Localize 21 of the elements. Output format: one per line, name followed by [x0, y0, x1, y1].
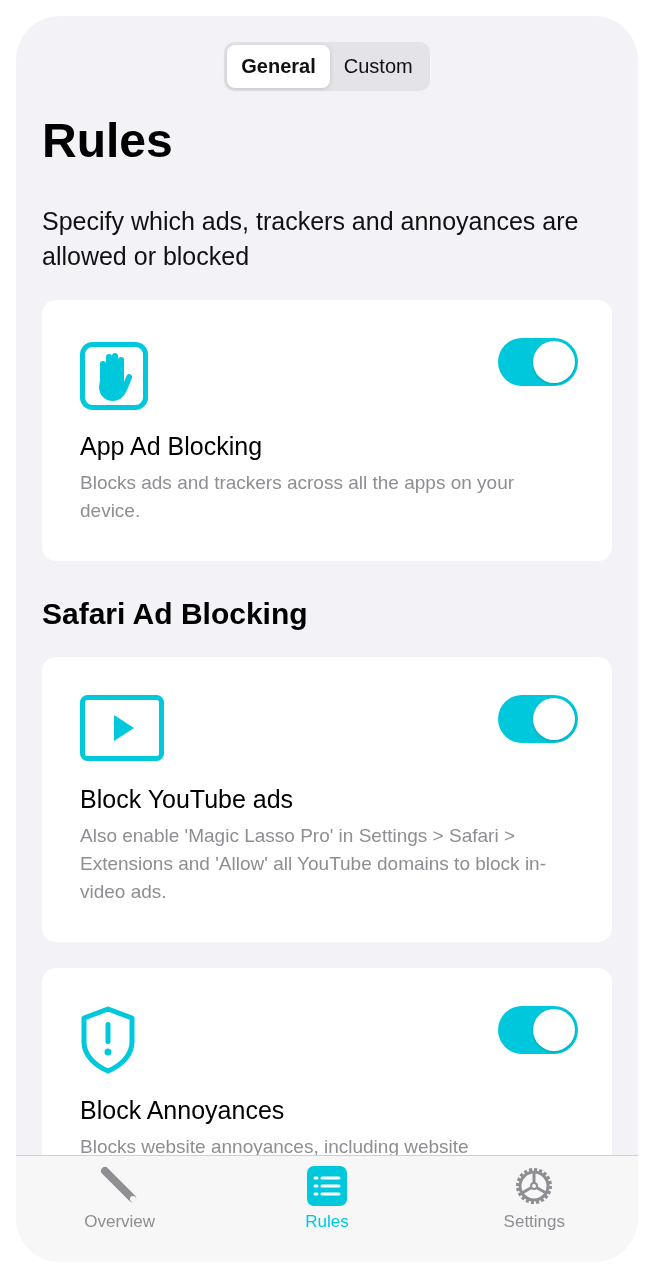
page-title: Rules: [42, 113, 174, 168]
segment-tab[interactable]: General: [227, 45, 330, 88]
section-heading: Safari Ad Blocking: [42, 597, 309, 631]
play-icon: [80, 695, 164, 761]
rule-description: Also enable 'Magic Lasso Pro' in Settings > Safari > Extensions and 'Allow' all YouTube domains to block in-video ads.: [80, 824, 547, 904]
tab-bar-item[interactable]: Overview: [59, 1164, 180, 1232]
tab-bar-item[interactable]: Rules: [267, 1164, 387, 1232]
rule-title: Block Annoyances: [80, 1096, 286, 1125]
hand-icon: [80, 342, 148, 410]
rule-title: App Ad Blocking: [80, 432, 264, 461]
rule-description: Blocks ads and trackers across all the apps on your device.: [80, 471, 516, 523]
shield-alert-icon: [80, 1006, 136, 1074]
rule-description: Blocks website annoyances, including website: [80, 1135, 470, 1159]
toggle-switch[interactable]: [498, 1006, 578, 1054]
list-icon: [305, 1164, 349, 1208]
page-subtitle: Specify which ads, trackers and annoyances are allowed or blocked: [42, 206, 580, 272]
rule-title: Block YouTube ads: [80, 785, 295, 814]
toggle-switch[interactable]: [498, 695, 578, 743]
toggle-switch[interactable]: [498, 338, 578, 386]
segment-tab[interactable]: Custom: [329, 45, 427, 88]
tab-bar-item[interactable]: Settings: [474, 1164, 595, 1232]
